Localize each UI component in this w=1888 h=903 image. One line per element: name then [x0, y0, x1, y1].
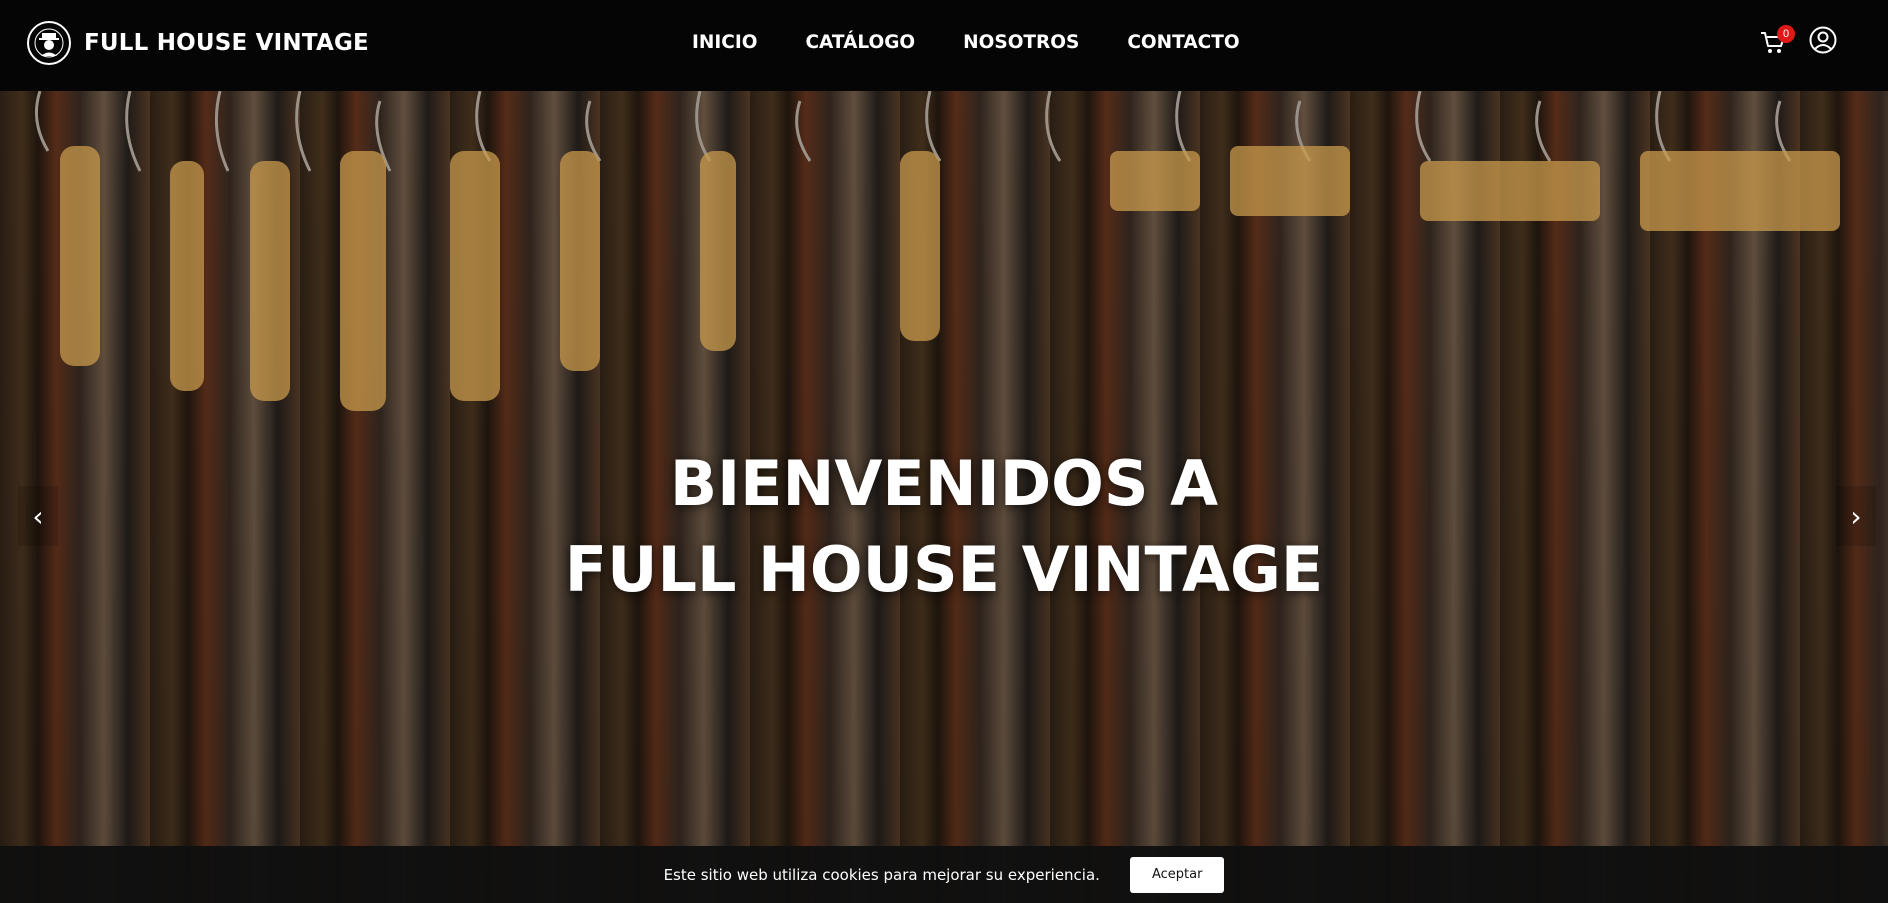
- brand-link[interactable]: FULL HOUSE VINTAGE: [26, 19, 369, 67]
- hero-title: BIENVENIDOS A FULL HOUSE VINTAGE: [0, 441, 1888, 613]
- nav-link-nosotros[interactable]: NOSOTROS: [963, 28, 1079, 58]
- cart-count-badge: 0: [1777, 25, 1795, 43]
- carousel-prev-button[interactable]: ‹: [18, 486, 58, 546]
- cookie-message: Este sitio web utiliza cookies para mejo…: [663, 865, 1100, 884]
- nav-link-inicio[interactable]: INICIO: [692, 28, 757, 58]
- nav-link-catalogo[interactable]: CATÁLOGO: [805, 28, 915, 58]
- header-icons: 0: [1760, 24, 1838, 56]
- brand-name: FULL HOUSE VINTAGE: [84, 30, 369, 56]
- main-nav: INICIO CATÁLOGO NOSOTROS CONTACTO: [692, 28, 1240, 58]
- hero-title-line2: FULL HOUSE VINTAGE: [564, 533, 1324, 606]
- cart-button[interactable]: 0: [1760, 24, 1795, 56]
- cookie-accept-button[interactable]: Aceptar: [1129, 856, 1225, 893]
- hanger-rail-decoration: [34, 91, 1840, 411]
- carousel-next-button[interactable]: ›: [1836, 486, 1876, 546]
- hero-carousel: BIENVENIDOS A FULL HOUSE VINTAGE ‹ ›: [0, 91, 1888, 903]
- vintage-seal-logo-icon: [27, 21, 71, 65]
- top-navbar: FULL HOUSE VINTAGE INICIO CATÁLOGO NOSOT…: [0, 0, 1888, 91]
- user-account-icon[interactable]: [1808, 25, 1838, 55]
- cookie-banner: Este sitio web utiliza cookies para mejo…: [0, 846, 1888, 903]
- nav-link-contacto[interactable]: CONTACTO: [1127, 28, 1239, 58]
- hero-title-line1: BIENVENIDOS A: [669, 447, 1219, 520]
